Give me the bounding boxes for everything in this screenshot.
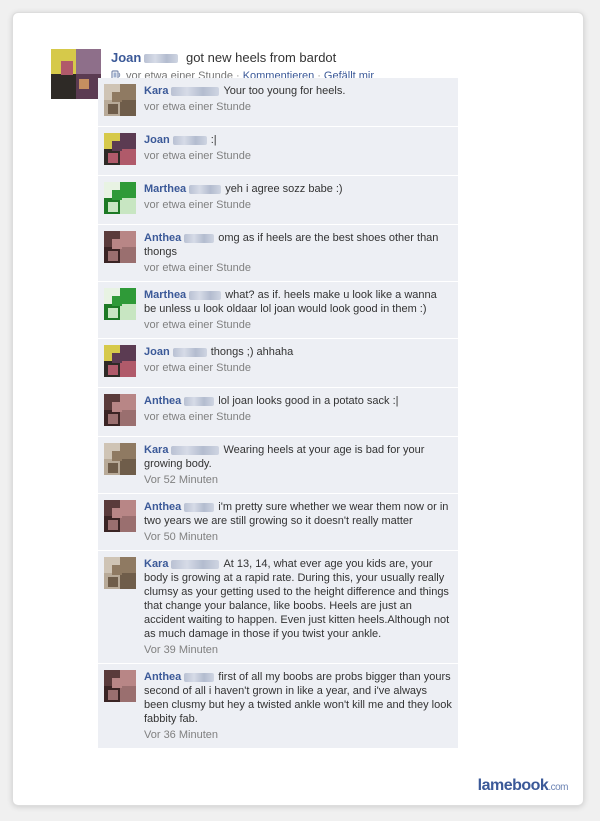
commenter-name[interactable]: Marthea: [144, 183, 186, 195]
poster-avatar[interactable]: [51, 49, 101, 99]
blurred-surname: [172, 135, 207, 145]
comment-item: Anthea i'm pretty sure whether we wear th…: [98, 494, 458, 551]
blurred-surname: [171, 559, 220, 569]
comment-text: thongs ;) ahhaha: [210, 346, 294, 358]
commenter-avatar[interactable]: [104, 133, 136, 165]
commenter-avatar[interactable]: [104, 231, 136, 263]
commenter-avatar[interactable]: [104, 443, 136, 475]
commenter-avatar[interactable]: [104, 557, 136, 589]
commenter-avatar[interactable]: [104, 500, 136, 532]
comment-timestamp: vor etwa einer Stunde: [144, 150, 252, 162]
commenter-name[interactable]: Anthea: [144, 671, 181, 683]
post-author-link[interactable]: Joan: [111, 50, 141, 65]
commenter-avatar[interactable]: [104, 670, 136, 702]
logo-brand: lamebook: [477, 777, 549, 794]
blurred-surname: [189, 184, 222, 194]
comment-timestamp: Vor 52 Minuten: [144, 474, 218, 486]
commenter-name[interactable]: Kara: [144, 85, 168, 97]
comment-timestamp: Vor 36 Minuten: [144, 729, 218, 741]
comment-text: lol joan looks good in a potato sack :|: [218, 395, 399, 407]
comment-text: what? as if. heels make u look like a wa…: [144, 289, 437, 315]
commenter-name[interactable]: Anthea: [144, 501, 181, 513]
post-title: Joan got new heels from bardot: [111, 49, 571, 66]
comment-item: Kara Your too young for heels. vor etwa e…: [98, 78, 458, 127]
comment-item: Marthea yeh i agree sozz babe :) vor etwa…: [98, 176, 458, 225]
comment-item: Joan thongs ;) ahhaha vor etwa einer Stun…: [98, 339, 458, 388]
commenter-name[interactable]: Joan: [144, 134, 170, 146]
commenter-avatar[interactable]: [104, 288, 136, 320]
logo-suffix: .com: [548, 782, 568, 793]
lamebook-logo: lamebook.com: [477, 777, 569, 795]
comment-text: yeh i agree sozz babe :): [225, 183, 343, 195]
blurred-surname: [184, 672, 215, 682]
blurred-surname: [171, 445, 220, 455]
commenter-name[interactable]: Joan: [144, 346, 170, 358]
blurred-surname: [184, 233, 215, 243]
blurred-surname: [172, 347, 207, 357]
comment-timestamp: vor etwa einer Stunde: [144, 101, 252, 113]
comment-timestamp: vor etwa einer Stunde: [144, 362, 252, 374]
comment-timestamp: Vor 50 Minuten: [144, 531, 218, 543]
comment-text: At 13, 14, what ever age you kids are, y…: [144, 558, 450, 640]
commenter-name[interactable]: Kara: [144, 444, 168, 456]
comments-list: Kara Your too young for heels. vor etwa e…: [98, 78, 458, 749]
commenter-avatar[interactable]: [104, 345, 136, 377]
comment-timestamp: vor etwa einer Stunde: [144, 199, 252, 211]
comment-item: Anthea omg as if heels are the best shoes…: [98, 225, 458, 282]
commenter-avatar[interactable]: [104, 394, 136, 426]
comment-item: Joan :| vor etwa einer Stunde: [98, 127, 458, 176]
blurred-surname: [184, 396, 215, 406]
comment-item: Kara At 13, 14, what ever age you kids ar…: [98, 551, 458, 664]
commenter-name[interactable]: Marthea: [144, 289, 186, 301]
comment-text: :|: [210, 134, 217, 146]
comment-timestamp: vor etwa einer Stunde: [144, 319, 252, 331]
comment-timestamp: Vor 39 Minuten: [144, 644, 218, 656]
comment-item: Anthea lol joan looks good in a potato sa…: [98, 388, 458, 437]
comment-timestamp: vor etwa einer Stunde: [144, 411, 252, 423]
blurred-surname: [189, 290, 222, 300]
blurred-surname: [184, 502, 215, 512]
comment-text: Your too young for heels.: [223, 85, 346, 97]
blurred-surname: [144, 54, 179, 64]
comment-timestamp: vor etwa einer Stunde: [144, 262, 252, 274]
commenter-name[interactable]: Kara: [144, 558, 168, 570]
post-text: got new heels from bardot: [185, 50, 337, 65]
comment-item: Kara Wearing heels at your age is bad for…: [98, 437, 458, 494]
commenter-name[interactable]: Anthea: [144, 232, 181, 244]
comment-item: Anthea first of all my boobs are probs bi…: [98, 664, 458, 749]
commenter-avatar[interactable]: [104, 84, 136, 116]
commenter-avatar[interactable]: [104, 182, 136, 214]
comment-item: Marthea what? as if. heels make u look li…: [98, 282, 458, 339]
blurred-surname: [171, 86, 220, 96]
commenter-name[interactable]: Anthea: [144, 395, 181, 407]
